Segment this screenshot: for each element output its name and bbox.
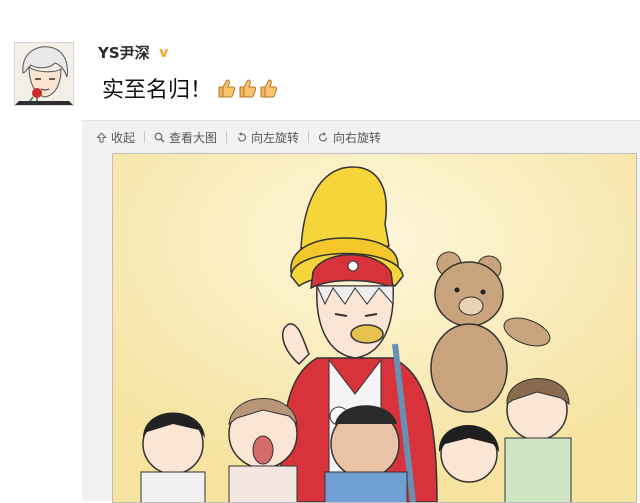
username[interactable]: YS尹深 v: [98, 42, 172, 63]
rotate-right-icon: [318, 131, 328, 141]
post-image[interactable]: [112, 153, 637, 503]
collapse-arrow-icon: [96, 131, 107, 142]
post-text: 实至名归！: [102, 72, 278, 104]
avatar[interactable]: [14, 42, 74, 106]
toolbar-divider: [144, 131, 146, 143]
kid-screaming: [228, 398, 298, 502]
kid-left: [140, 412, 206, 502]
view-large-button[interactable]: 查看大图: [154, 129, 217, 146]
magnifier-icon: [154, 132, 165, 142]
image-toolbar: 收起 查看大图 向左旋转 向右旋转: [96, 127, 381, 147]
kid-dark-hair: [438, 425, 499, 483]
rotate-left-button[interactable]: 向左旋转: [236, 129, 299, 146]
thumbs-up-icon: [239, 79, 257, 98]
collapse-button[interactable]: 收起: [96, 129, 135, 146]
rotate-left-icon: [237, 131, 247, 141]
comic-illustration: [113, 154, 636, 502]
username-text[interactable]: YS尹深: [98, 42, 150, 63]
kid-center: [324, 405, 408, 502]
thumbs-up-icon: [260, 79, 278, 98]
post-text-content: 实至名归！: [102, 78, 213, 103]
rotate-right-button[interactable]: 向右旋转: [318, 129, 381, 146]
kid-right: [504, 378, 572, 502]
view-large-label[interactable]: 查看大图: [169, 129, 217, 146]
emoji-group: [216, 77, 278, 99]
toolbar-divider: [308, 131, 310, 143]
toolbar-divider: [226, 131, 228, 143]
rotate-left-label[interactable]: 向左旋转: [251, 129, 299, 146]
thumbs-up-icon: [218, 79, 236, 98]
collapse-label[interactable]: 收起: [111, 129, 135, 146]
v-badge-icon: v: [159, 44, 169, 61]
media-container: 收起 查看大图 向左旋转 向右旋转: [82, 120, 640, 503]
avatar-illustration: [15, 43, 73, 105]
rotate-right-label[interactable]: 向右旋转: [333, 129, 381, 146]
